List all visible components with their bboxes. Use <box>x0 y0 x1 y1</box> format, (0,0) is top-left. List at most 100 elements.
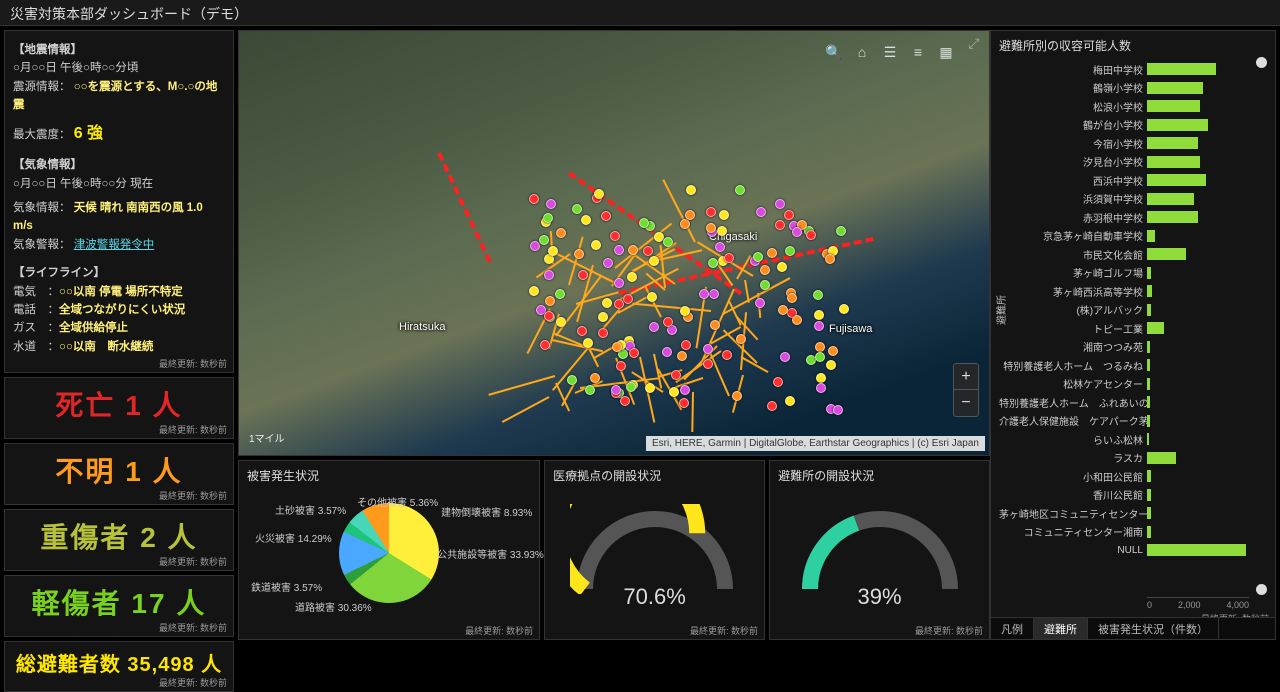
map-pin[interactable] <box>546 199 556 209</box>
map-pin[interactable] <box>601 211 611 221</box>
map-pin[interactable] <box>616 361 626 371</box>
map-pin[interactable] <box>815 342 825 352</box>
map-pin[interactable] <box>548 246 558 256</box>
map-pin[interactable] <box>679 398 689 408</box>
map-pin[interactable] <box>785 396 795 406</box>
map-pin[interactable] <box>699 289 709 299</box>
bar-row[interactable]: 特別養護老人ホーム つるみね <box>999 356 1267 375</box>
map-pin[interactable] <box>760 265 770 275</box>
map-pin[interactable] <box>627 272 637 282</box>
layers-icon[interactable]: ☰ <box>881 43 899 61</box>
map-pin[interactable] <box>614 278 624 288</box>
map-pin[interactable] <box>836 226 846 236</box>
map-pin[interactable] <box>649 256 659 266</box>
bar-row[interactable]: 鶴が台小学校 <box>999 116 1267 135</box>
map-pin[interactable] <box>598 312 608 322</box>
bar-row[interactable]: (株)アルバック <box>999 301 1267 320</box>
map-pin[interactable] <box>813 290 823 300</box>
bar-row[interactable]: 香川公民館 <box>999 486 1267 505</box>
map-pin[interactable] <box>677 351 687 361</box>
map-pin[interactable] <box>706 207 716 217</box>
map-pin[interactable] <box>581 215 591 225</box>
map-pin[interactable] <box>806 230 816 240</box>
bar-row[interactable]: 汐見台小学校 <box>999 153 1267 172</box>
map-pin[interactable] <box>545 296 555 306</box>
map-pin[interactable] <box>715 242 725 252</box>
map-pin[interactable] <box>639 218 649 228</box>
bar-row[interactable]: 浜須賀中学校 <box>999 190 1267 209</box>
map-pin[interactable] <box>681 340 691 350</box>
map-pin[interactable] <box>828 346 838 356</box>
map-pin[interactable] <box>647 292 657 302</box>
map-pin[interactable] <box>735 185 745 195</box>
map-pin[interactable] <box>603 258 613 268</box>
map-pin[interactable] <box>594 189 604 199</box>
map-pin[interactable] <box>629 348 639 358</box>
map-pin[interactable] <box>614 245 624 255</box>
map-pin[interactable] <box>544 270 554 280</box>
map-pin[interactable] <box>703 344 713 354</box>
map-pin[interactable] <box>756 207 766 217</box>
map-pin[interactable] <box>706 223 716 233</box>
map-pin[interactable] <box>680 385 690 395</box>
map-pin[interactable] <box>816 383 826 393</box>
bar-row[interactable]: ラスカ <box>999 449 1267 468</box>
map-pin[interactable] <box>680 219 690 229</box>
tab-legend[interactable]: 凡例 <box>991 618 1034 639</box>
map-pin[interactable] <box>709 289 719 299</box>
bar-row[interactable]: 市民文化会館 <box>999 245 1267 264</box>
map-pin[interactable] <box>623 294 633 304</box>
map-pin[interactable] <box>598 328 608 338</box>
bar-row[interactable]: 京急茅ヶ崎自動車学校 <box>999 227 1267 246</box>
map-pin[interactable] <box>784 210 794 220</box>
expand-icon[interactable]: ⤢ <box>965 35 983 53</box>
map-pin[interactable] <box>825 254 835 264</box>
map-pin[interactable] <box>669 387 679 397</box>
bar-row[interactable]: 特別養護老人ホーム ふれあいの森 <box>999 393 1267 412</box>
bar-row[interactable]: 松林ケアセンター <box>999 375 1267 394</box>
map-pin[interactable] <box>611 385 621 395</box>
bar-row[interactable]: 西浜中学校 <box>999 171 1267 190</box>
scroll-handle-bottom[interactable] <box>1256 584 1267 595</box>
map-pin[interactable] <box>529 194 539 204</box>
map-pin[interactable] <box>773 377 783 387</box>
map-pin[interactable] <box>577 326 587 336</box>
map-pin[interactable] <box>649 322 659 332</box>
zoom-in-button[interactable]: + <box>954 364 978 390</box>
bar-row[interactable]: 松浪小学校 <box>999 97 1267 116</box>
map-pin[interactable] <box>839 304 849 314</box>
map-pin[interactable] <box>792 227 802 237</box>
map-pin[interactable] <box>753 252 763 262</box>
map-pin[interactable] <box>555 289 565 299</box>
map-pin[interactable] <box>529 286 539 296</box>
map-pin[interactable] <box>686 185 696 195</box>
tsunami-warning-link[interactable]: 津波警報発令中 <box>74 239 155 251</box>
map-pin[interactable] <box>663 237 673 247</box>
map-pin[interactable] <box>767 248 777 258</box>
map-pin[interactable] <box>816 373 826 383</box>
map-pin[interactable] <box>814 321 824 331</box>
map-pin[interactable] <box>540 340 550 350</box>
map-pin[interactable] <box>826 360 836 370</box>
map-pin[interactable] <box>610 231 620 241</box>
map-pin[interactable] <box>671 370 681 380</box>
bar-row[interactable]: 小和田公民館 <box>999 467 1267 486</box>
bar-row[interactable]: 今宿小学校 <box>999 134 1267 153</box>
home-icon[interactable]: ⌂ <box>853 43 871 61</box>
map-pin[interactable] <box>722 350 732 360</box>
map-pin[interactable] <box>602 298 612 308</box>
map-pin[interactable] <box>556 228 566 238</box>
map-pin[interactable] <box>663 317 673 327</box>
bar-row[interactable]: 茅ヶ崎西浜高等学校 <box>999 282 1267 301</box>
bar-row[interactable]: らいふ松林 <box>999 430 1267 449</box>
bar-row[interactable]: NULL <box>999 541 1267 560</box>
tab-damage[interactable]: 被害発生状況（件数） <box>1088 618 1219 639</box>
map-pin[interactable] <box>591 240 601 250</box>
map-pin[interactable] <box>767 401 777 411</box>
map-pin[interactable] <box>685 210 695 220</box>
tab-shelter[interactable]: 避難所 <box>1034 618 1088 639</box>
map-pin[interactable] <box>643 246 653 256</box>
map-pin[interactable] <box>645 383 655 393</box>
map-pin[interactable] <box>777 262 787 272</box>
legend-icon[interactable]: ≡ <box>909 43 927 61</box>
